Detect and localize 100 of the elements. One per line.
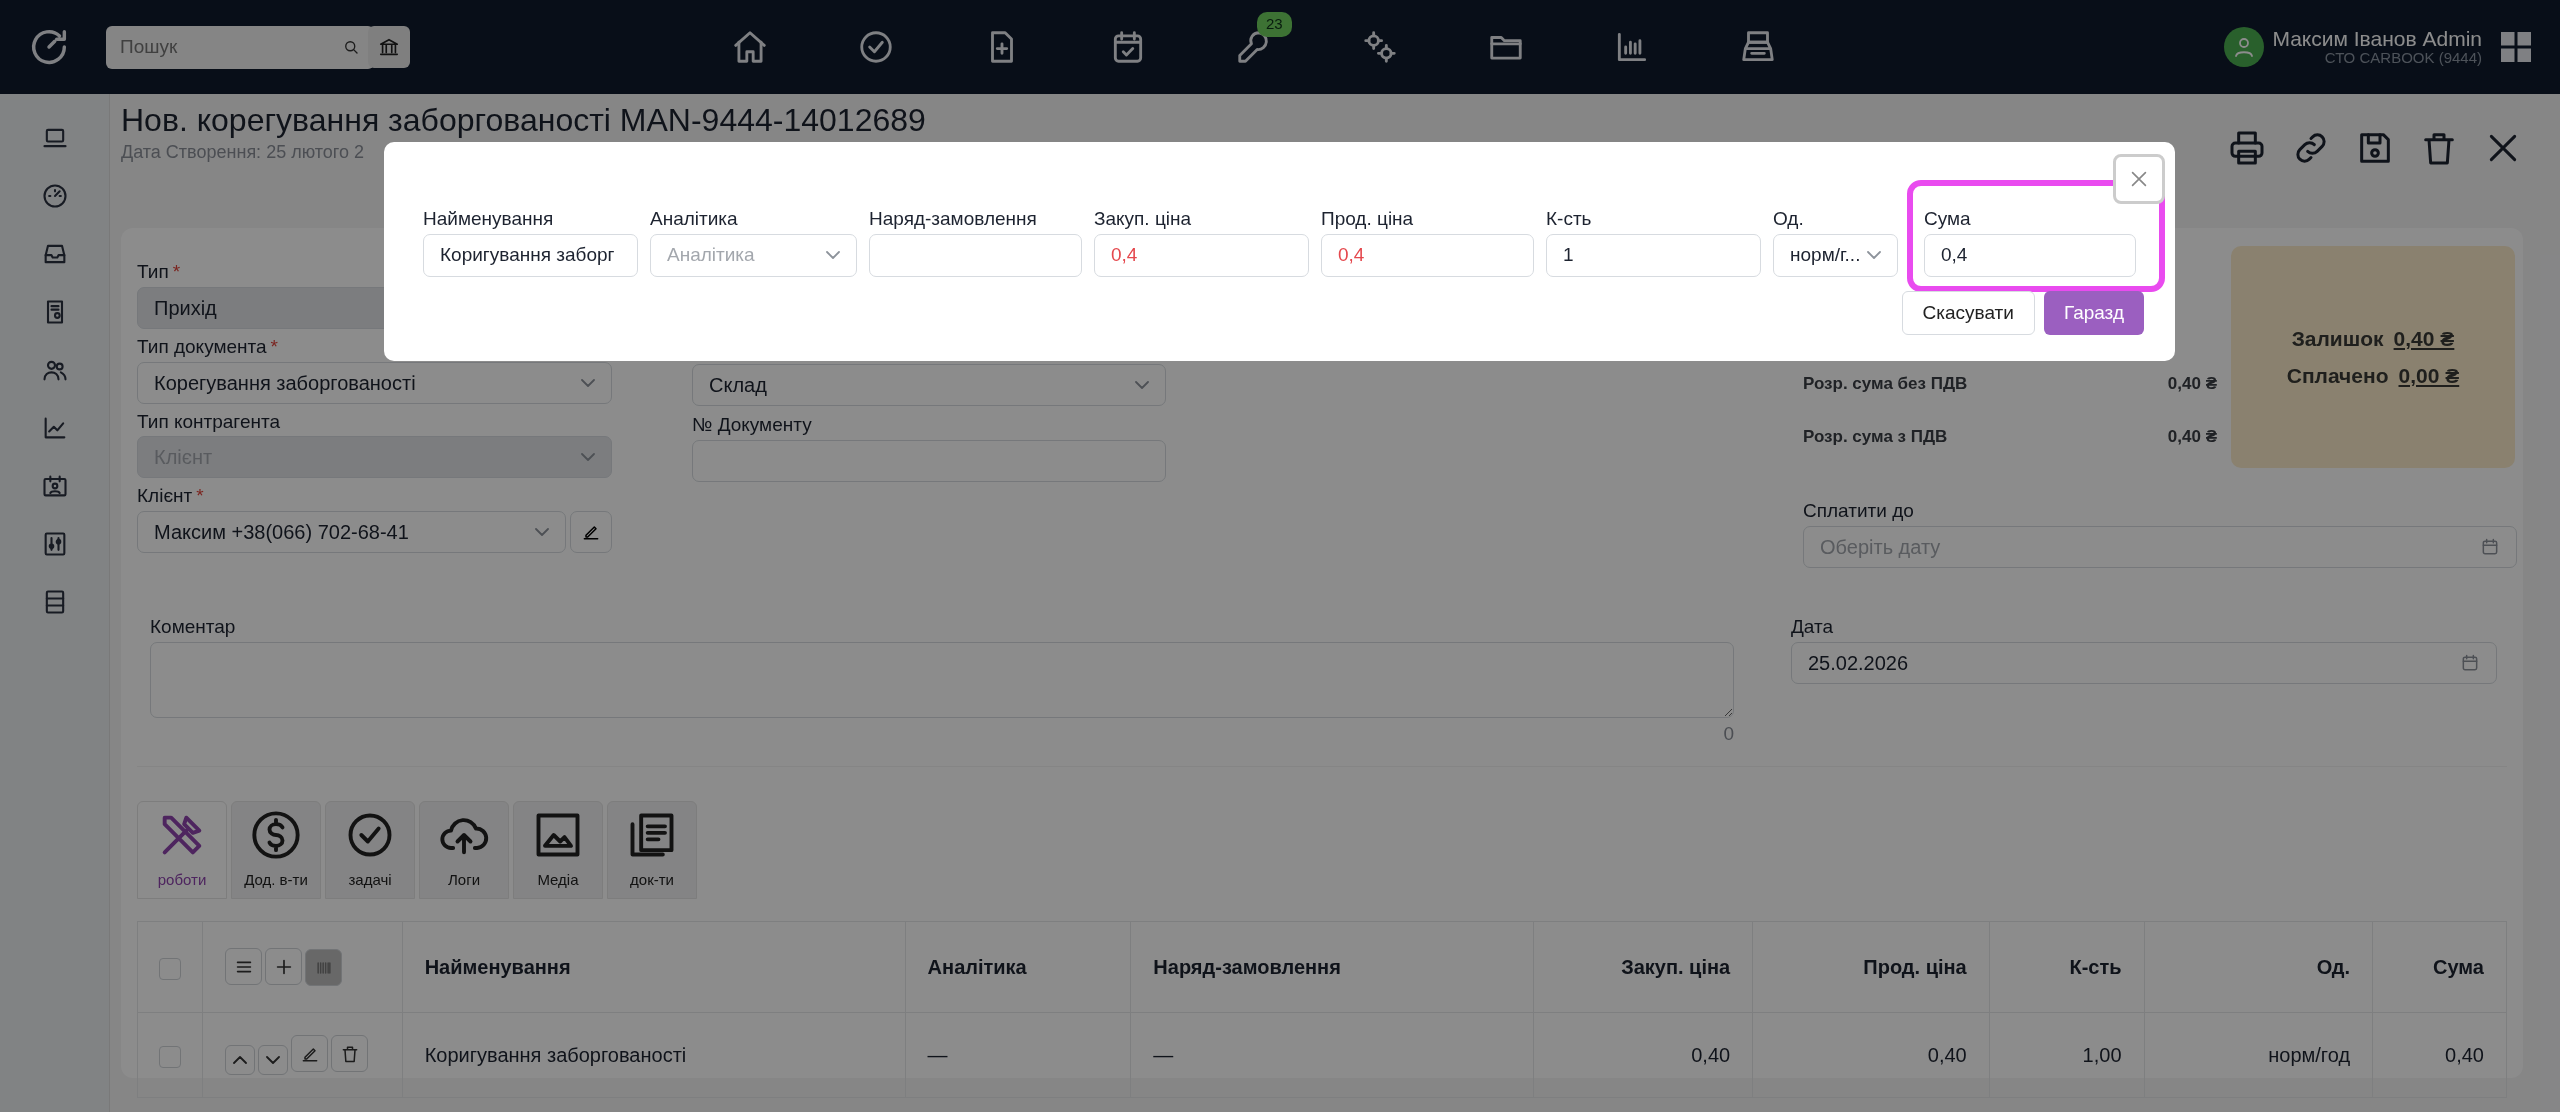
summary-label: Розр. сума з ПДВ (1803, 425, 1948, 448)
move-up-button[interactable] (225, 1044, 255, 1075)
gears-icon (1361, 28, 1399, 66)
table-cell: норм/год (2144, 1012, 2373, 1098)
company-name: СТО CARBOOK (9444) (2323, 50, 2482, 67)
table-cell: — (905, 1012, 1131, 1098)
chevron-down-icon (266, 1055, 280, 1064)
cancel-button[interactable]: Скасувати (1901, 291, 2035, 335)
add-button[interactable] (265, 948, 302, 986)
select-field[interactable]: Корегування заборгованості (137, 361, 612, 404)
required-mark: * (270, 335, 278, 357)
required-mark: * (172, 261, 181, 282)
user-name[interactable]: Максим Іванов Admin (2272, 27, 2482, 51)
table-cell: 0,40 (1752, 1012, 1990, 1098)
chevron-icon (581, 453, 595, 462)
created-date: Дата Створення: 25 лютого 2 (121, 140, 365, 164)
select-field[interactable]: Склад (692, 364, 1166, 406)
tab[interactable]: док-ти (607, 801, 697, 900)
column-header: Закуп. ціна (1533, 921, 1753, 1013)
menu-button[interactable] (225, 948, 262, 986)
checkbox[interactable] (159, 1045, 181, 1068)
check-circle-icon (857, 28, 895, 66)
balance-label: Сплачено (2286, 364, 2389, 387)
move-down-button[interactable] (258, 1044, 288, 1075)
input-field[interactable]: Коригування заборг (423, 233, 638, 277)
required-mark: * (196, 485, 204, 507)
chevron-icon (535, 528, 549, 537)
chevron-icon (826, 251, 840, 260)
tab[interactable]: роботи (137, 801, 227, 900)
nav-button[interactable] (731, 28, 769, 66)
column-header: Прод. ціна (1752, 921, 1990, 1013)
summary-value: 0,40 ₴ (2167, 425, 2217, 448)
edit-button[interactable] (291, 1035, 328, 1073)
tab[interactable]: Медіа (513, 801, 603, 900)
bank-icon (378, 36, 400, 58)
field-label: Прод. ціна (1321, 208, 1415, 231)
edit-button[interactable] (570, 511, 612, 554)
table-cell: 0,40 (1533, 1012, 1753, 1098)
notification-badge: 23 (1257, 12, 1292, 37)
field-label: Клієнт (137, 485, 193, 507)
chevron-up-icon (233, 1055, 247, 1064)
summary-label: Розр. сума без ПДВ (1803, 372, 1968, 395)
tab[interactable]: Дод. в-ти (231, 801, 321, 900)
chevron-icon (1867, 251, 1881, 260)
column-header: Од. (2144, 921, 2373, 1013)
nav-button[interactable] (857, 28, 895, 66)
balance-label: Залишок (2291, 326, 2384, 350)
field-label: Сума (1924, 208, 1972, 231)
column-header: Сума (2372, 921, 2507, 1013)
dollar-icon (250, 808, 302, 861)
summary-value: 0,40 ₴ (2167, 372, 2217, 395)
field-label: Закуп. ціна (1094, 208, 1193, 231)
field-label: № Документу (692, 414, 813, 437)
field-label: Коментар (150, 615, 237, 639)
tab[interactable]: Логи (419, 801, 509, 900)
apps-grid-icon[interactable] (2498, 29, 2534, 65)
field-label: Наряд-замовлення (869, 208, 1038, 231)
ok-button[interactable]: Гаразд (2043, 291, 2144, 335)
balance-value[interactable]: 0,00 ₴ (2398, 364, 2460, 387)
search-field[interactable]: Пошук (106, 25, 374, 69)
field-label: Аналітика (650, 208, 739, 231)
chevron-icon (1135, 381, 1149, 389)
input-field[interactable]: 0,4 (1924, 233, 2136, 277)
column-header: Аналітика (905, 921, 1131, 1013)
gauge-icon (40, 182, 69, 210)
tab[interactable]: задачі (325, 801, 415, 900)
field-label: К-сть (1546, 208, 1593, 231)
checkbox[interactable] (159, 957, 181, 980)
avatar-icon[interactable] (2224, 27, 2265, 67)
input-field[interactable]: 1 (1546, 233, 1761, 277)
input-field[interactable]: 0,4 (1321, 233, 1534, 277)
table-cell: 0,40 (2372, 1012, 2507, 1098)
table-cell: Коригування заборгованості (402, 1012, 906, 1098)
nav-button[interactable] (1361, 28, 1399, 66)
column-header: К-сть (1989, 921, 2144, 1013)
field-label: Найменування (423, 208, 555, 231)
field-label: Дата (1791, 615, 1835, 639)
barcode-button[interactable] (305, 949, 342, 987)
calendar-icon (2480, 536, 2500, 557)
input-field[interactable]: 0,4 (1094, 233, 1309, 277)
select-field[interactable]: норм/г... (1773, 233, 1898, 277)
input-field[interactable] (869, 233, 1082, 277)
sidebar-item[interactable] (40, 182, 69, 210)
field-label: Од. (1773, 208, 1805, 231)
table-cell: — (1130, 1012, 1534, 1098)
column-header: Найменування (402, 921, 906, 1013)
column-header: Наряд-замовлення (1130, 921, 1534, 1013)
date-field[interactable]: 25.02.2026 (1791, 641, 2497, 684)
home-icon (731, 28, 769, 66)
comment-field[interactable] (150, 641, 1734, 718)
table-cell: 1,00 (1989, 1012, 2144, 1098)
balance-value[interactable]: 0,40 ₴ (2393, 326, 2455, 350)
field-label: Тип контрагента (137, 410, 280, 432)
field-label: Тип (137, 261, 169, 282)
select-field[interactable]: Максим +38(066) 702-68-41 (137, 511, 566, 554)
field-label: Тип документа (137, 335, 267, 357)
character-counter: 0 (1723, 722, 1734, 744)
page-title: Нов. корегування заборгованості MAN-9444-14012689 (121, 102, 926, 139)
delete-button[interactable] (331, 1035, 368, 1073)
chevron-icon (581, 378, 595, 387)
